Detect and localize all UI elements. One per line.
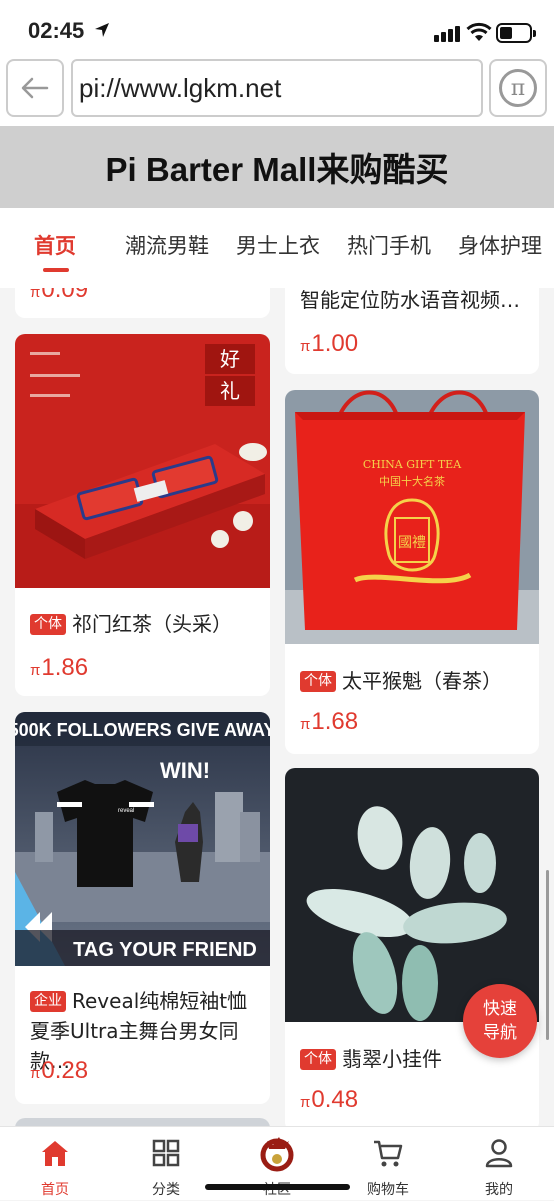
status-time: 02:45 bbox=[28, 18, 85, 43]
svg-text:WIN!: WIN! bbox=[160, 758, 210, 783]
tab-hot-phones[interactable]: 热门手机 bbox=[347, 230, 431, 260]
scrollbar[interactable] bbox=[546, 870, 549, 1040]
product-price: π1.00 bbox=[300, 330, 359, 357]
status-bar: 02:45 bbox=[0, 0, 554, 54]
product-name: 个体 太平猴魁（春茶） bbox=[300, 666, 502, 696]
product-price: π1.68 bbox=[300, 708, 359, 735]
person-icon bbox=[485, 1139, 513, 1168]
product-card[interactable] bbox=[15, 1118, 270, 1126]
svg-text:reveal: reveal bbox=[118, 808, 134, 814]
svg-text:TAG YOUR FRIEND: TAG YOUR FRIEND bbox=[73, 939, 257, 961]
product-card[interactable]: CHINA GIFT TEA 中国十大名茶 國禮 个体 太平猴魁（春茶） π1.6… bbox=[285, 390, 539, 754]
seller-type-badge: 企业 bbox=[30, 991, 66, 1012]
active-tab-indicator bbox=[43, 268, 69, 272]
product-price: π0.09 bbox=[30, 288, 89, 303]
nav-home[interactable]: 首页 bbox=[5, 1127, 105, 1201]
product-image: 500K FOLLOWERS GIVE AWAY WIN! reveal TAG… bbox=[15, 712, 270, 966]
product-name: 智能定位防水语音视频… bbox=[300, 288, 520, 312]
home-indicator[interactable] bbox=[205, 1184, 350, 1190]
product-price: π0.28 bbox=[30, 1057, 89, 1084]
product-price: π1.86 bbox=[30, 654, 89, 681]
home-icon bbox=[42, 1141, 68, 1166]
tab-trendy-shoes[interactable]: 潮流男鞋 bbox=[125, 230, 209, 260]
page-title: Pi Barter Mall来购酷买 bbox=[105, 151, 449, 188]
location-arrow-icon bbox=[95, 23, 109, 37]
url-field[interactable]: pi://www.lgkm.net bbox=[71, 59, 483, 117]
nav-cart[interactable]: 购物车 bbox=[338, 1127, 438, 1201]
pi-browser-button[interactable]: π bbox=[489, 59, 547, 117]
nav-profile[interactable]: 我的 bbox=[449, 1127, 549, 1201]
dragon-logo-icon bbox=[260, 1137, 294, 1172]
tab-mens-tops[interactable]: 男士上衣 bbox=[236, 230, 320, 260]
pi-logo-icon: π bbox=[499, 69, 537, 107]
battery-icon bbox=[496, 23, 536, 43]
product-card[interactable]: 个体 翡翠小挂件 π0.48 bbox=[285, 768, 539, 1126]
svg-text:500K FOLLOWERS GIVE AWAY: 500K FOLLOWERS GIVE AWAY bbox=[15, 720, 270, 740]
tab-body-care[interactable]: 身体护理 bbox=[458, 230, 542, 260]
seller-type-badge: 个体 bbox=[300, 1049, 336, 1070]
cellular-signal-icon bbox=[434, 26, 460, 42]
nav-category[interactable]: 分类 bbox=[116, 1127, 216, 1201]
product-card[interactable]: 好 礼 个体 祁门红茶（头采） π1.86 bbox=[15, 334, 270, 696]
arrow-left-icon bbox=[21, 77, 49, 99]
cart-icon bbox=[374, 1140, 403, 1167]
tab-home[interactable]: 首页 bbox=[34, 230, 76, 260]
product-price: π0.48 bbox=[300, 1086, 359, 1113]
svg-text:礼: 礼 bbox=[220, 379, 240, 403]
product-card[interactable]: 500K FOLLOWERS GIVE AWAY WIN! reveal TAG… bbox=[15, 712, 270, 1104]
product-name: 个体 祁门红茶（头采） bbox=[30, 609, 232, 639]
product-image bbox=[15, 1118, 270, 1126]
wifi-icon bbox=[466, 22, 492, 41]
svg-text:中国十大名茶: 中国十大名茶 bbox=[379, 474, 445, 488]
product-name: 个体 翡翠小挂件 bbox=[300, 1044, 442, 1074]
quick-nav-button[interactable]: 快速 导航 bbox=[463, 984, 537, 1058]
back-button[interactable] bbox=[6, 59, 64, 117]
svg-text:國禮: 國禮 bbox=[398, 535, 426, 551]
category-tabs: 首页 潮流男鞋 男士上衣 热门手机 身体护理 bbox=[0, 208, 554, 288]
product-card[interactable]: π0.09 bbox=[15, 288, 270, 318]
grid-icon bbox=[152, 1139, 180, 1167]
svg-text:好: 好 bbox=[220, 347, 240, 371]
browser-toolbar: pi://www.lgkm.net π bbox=[0, 54, 554, 126]
product-image: 好 礼 bbox=[15, 334, 270, 588]
seller-type-badge: 个体 bbox=[30, 614, 66, 635]
seller-type-badge: 个体 bbox=[300, 671, 336, 692]
product-image: CHINA GIFT TEA 中国十大名茶 國禮 bbox=[285, 390, 539, 644]
site-header: Pi Barter Mall来购酷买 bbox=[0, 126, 554, 208]
svg-text:CHINA GIFT TEA: CHINA GIFT TEA bbox=[363, 458, 462, 471]
product-card[interactable]: 智能定位防水语音视频… π1.00 bbox=[285, 288, 539, 374]
